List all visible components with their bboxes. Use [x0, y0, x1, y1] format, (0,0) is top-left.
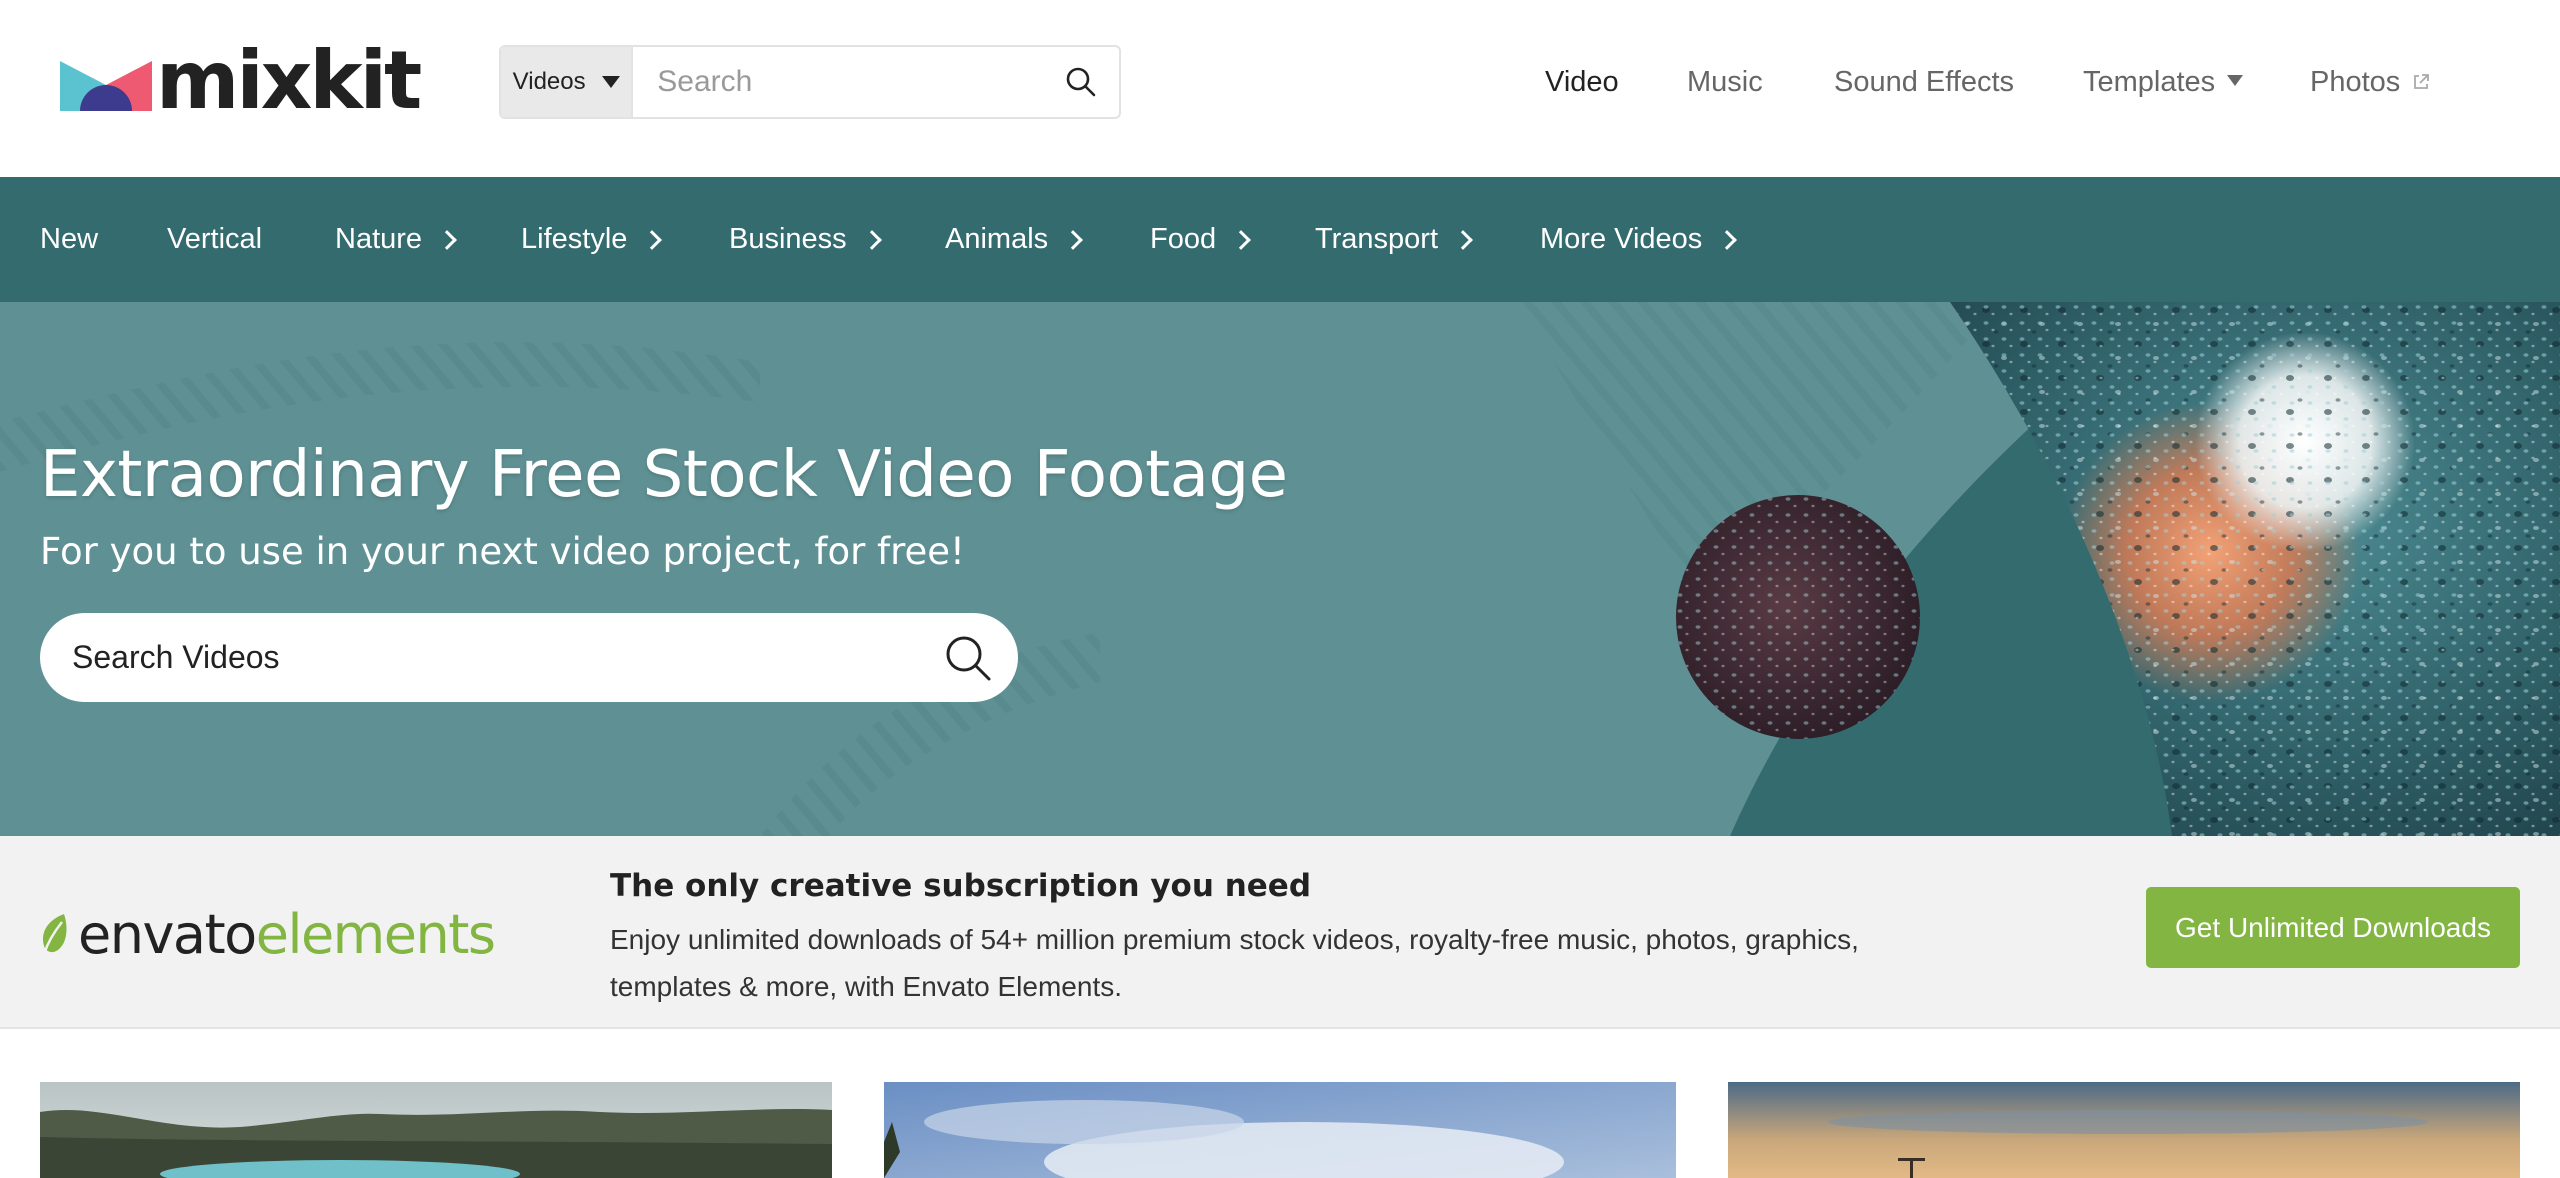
chevron-right-icon: [1717, 229, 1738, 250]
caret-down-icon: [2227, 74, 2244, 86]
category-business[interactable]: Business: [729, 177, 882, 302]
hero-search-bar: [40, 613, 1018, 702]
nav-photos-label: Photos: [2310, 65, 2401, 98]
nav-sound-effects-label: Sound Effects: [1834, 65, 2015, 98]
chevron-right-icon: [1453, 229, 1473, 250]
nav-video-label: Video: [1545, 65, 1619, 98]
hero-search-input[interactable]: [40, 639, 918, 676]
chevron-right-icon: [1231, 229, 1252, 250]
category-label: Vertical: [167, 223, 263, 255]
video-thumbnail[interactable]: [40, 1082, 832, 1178]
hero-banner: Extraordinary Free Stock Video Footage F…: [0, 302, 2560, 836]
nav-sound-effects[interactable]: Sound Effects: [1834, 66, 2014, 99]
envato-logo-text: envato: [78, 902, 257, 966]
chevron-right-icon: [1063, 229, 1084, 250]
category-label: Transport: [1315, 223, 1439, 255]
category-lifestyle[interactable]: Lifestyle: [521, 177, 663, 302]
chevron-right-icon: [861, 229, 882, 250]
leaf-icon: [42, 914, 67, 955]
video-thumbnail[interactable]: [1728, 1082, 2520, 1178]
logo-text: mixkit: [156, 34, 422, 127]
category-food[interactable]: Food: [1150, 177, 1252, 302]
category-label: Business: [729, 223, 847, 255]
nav-video[interactable]: Video: [1545, 66, 1619, 99]
elements-logo-text: elements: [255, 902, 496, 966]
category-label: Food: [1150, 223, 1217, 255]
category-vertical[interactable]: Vertical: [167, 177, 262, 302]
category-nature[interactable]: Nature: [335, 177, 457, 302]
nav-music-label: Music: [1687, 65, 1763, 98]
envato-promo-banner: envato elements The only creative subscri…: [0, 836, 2560, 1029]
search-icon: [1066, 67, 1096, 97]
search-category-label: Videos: [512, 68, 586, 95]
category-label: Lifestyle: [521, 223, 628, 255]
category-transport[interactable]: Transport: [1315, 177, 1473, 302]
category-label: More Videos: [1540, 223, 1703, 255]
header-search: Videos: [499, 45, 1121, 119]
category-animals[interactable]: Animals: [945, 177, 1084, 302]
logo-mark-icon: [60, 61, 152, 111]
chevron-right-icon: [642, 229, 663, 250]
search-category-select[interactable]: Videos: [501, 47, 634, 117]
search-input[interactable]: [633, 47, 1044, 117]
category-label: Nature: [335, 223, 423, 255]
envato-elements-logo[interactable]: envato elements: [38, 894, 496, 974]
nav-photos[interactable]: Photos: [2310, 66, 2430, 99]
category-new[interactable]: New: [40, 177, 98, 302]
hero-title: Extraordinary Free Stock Video Footage: [40, 438, 1288, 512]
get-unlimited-downloads-button[interactable]: Get Unlimited Downloads: [2146, 887, 2520, 968]
mixkit-logo[interactable]: mixkit: [60, 36, 436, 126]
chevron-right-icon: [437, 229, 457, 250]
nav-templates[interactable]: Templates: [2083, 65, 2244, 99]
promo-title: The only creative subscription you need: [610, 868, 1312, 904]
site-header: mixkit Videos Video Music Sound Effects …: [0, 0, 2560, 177]
category-bar: New Vertical Nature Lifestyle Business A…: [0, 177, 2560, 302]
thumbnail-image-sunset: [1728, 1082, 2520, 1178]
hero-search-button[interactable]: [918, 613, 1018, 702]
category-more-videos[interactable]: More Videos: [1540, 177, 1738, 302]
thumbnail-image-sky: [884, 1082, 1676, 1178]
search-icon: [946, 636, 991, 680]
nav-templates-label: Templates: [2083, 65, 2216, 98]
nav-music[interactable]: Music: [1687, 66, 1763, 99]
category-label: Animals: [945, 223, 1049, 255]
search-button[interactable]: [1043, 47, 1119, 117]
hero-subtitle: For you to use in your next video projec…: [40, 530, 965, 573]
caret-down-icon: [601, 76, 620, 88]
thumbnail-image-lake: [40, 1082, 832, 1178]
video-thumbnail[interactable]: [884, 1082, 1676, 1178]
promo-text: Enjoy unlimited downloads of 54+ million…: [610, 924, 1859, 1002]
external-link-icon: [2414, 74, 2430, 89]
category-label: New: [40, 223, 99, 255]
